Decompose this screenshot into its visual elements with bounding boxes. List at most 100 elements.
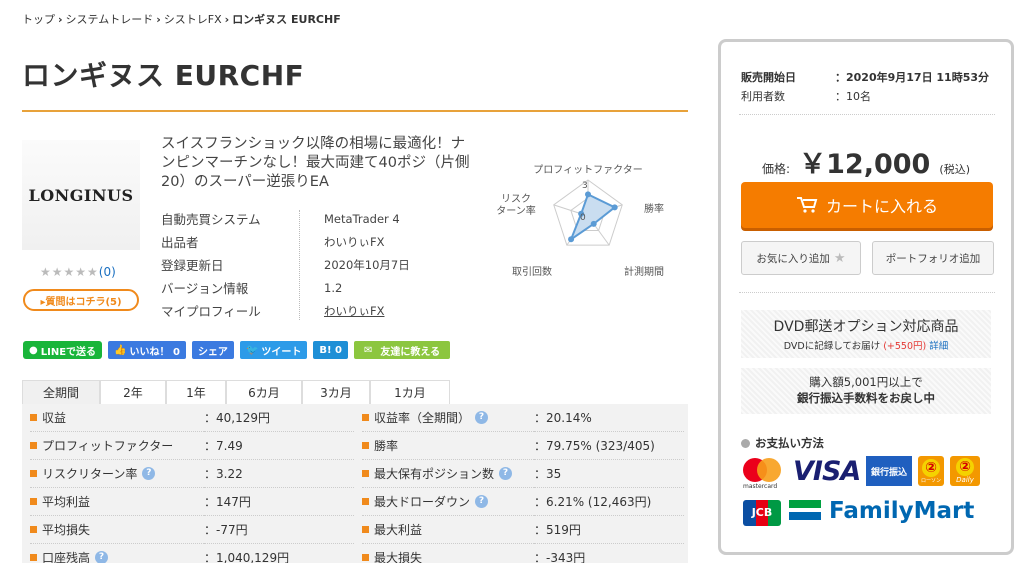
tab-1m[interactable]: 1カ月 <box>370 380 450 404</box>
payment-heading-label: お支払い方法 <box>755 436 824 450</box>
stat-label: 平均利益 <box>30 488 204 516</box>
dvd-option-banner: DVD郵送オプション対応商品 DVDに記録してお届け (+550円) 詳細 <box>741 310 991 358</box>
stat-label: 最大損失 <box>362 544 534 563</box>
jcb-text: JCB <box>751 506 773 519</box>
radar-axis-label: ターン率 <box>496 204 536 217</box>
facebook-like-button[interactable]: 👍 いいね！ 0 <box>108 341 186 359</box>
add-favorite-button[interactable]: お気に入り追加 ★ <box>741 241 861 275</box>
tab-1y[interactable]: 1年 <box>166 380 226 404</box>
radar-axis-label: 計測期間 <box>624 265 664 278</box>
help-icon[interactable]: ? <box>475 495 489 508</box>
breadcrumb-top[interactable]: トップ <box>22 13 55 26</box>
stats-table: 収益 ：40,129円 収益率（全期間）? ：20.14% プロフィットファクター ：7.… <box>22 404 688 563</box>
line-share-button[interactable]: ● LINEで送る <box>23 341 103 359</box>
radar-point <box>568 236 575 243</box>
bullet-square-icon <box>30 414 37 421</box>
sidebar-divider <box>739 292 995 293</box>
stats-row: 収益 ：40,129円 収益率（全期間）? ：20.14% <box>22 404 688 432</box>
user-count-label: 利用者数 <box>741 90 785 103</box>
stat-label: 最大ドローダウン? <box>362 488 534 516</box>
stat-value: ：3.22 <box>204 460 354 488</box>
stat-label-text: 最大利益 <box>374 523 423 537</box>
hatena-bookmark-button[interactable]: B! 0 <box>313 341 349 359</box>
period-tabs: 全期間 2年 1年 6カ月 3カ月 1カ月 <box>22 380 450 404</box>
stat-value: ：147円 <box>204 488 354 516</box>
radar-point <box>611 204 618 211</box>
help-icon[interactable]: ? <box>499 467 513 480</box>
stat-value: ：35 <box>534 460 684 488</box>
breadcrumb-systrefx[interactable]: シストレFX <box>164 13 222 26</box>
info-row: 自動売買システム MetaTrader 4 <box>161 207 400 230</box>
stat-label-text: プロフィットファクター <box>42 439 174 453</box>
radar-point <box>590 220 597 227</box>
bullet-square-icon <box>362 554 369 561</box>
add-to-cart-button[interactable]: カートに入れる <box>741 182 993 228</box>
stat-value: ：519円 <box>534 516 684 544</box>
daily-glyph-icon: ② <box>956 458 974 476</box>
bank-line-1: 購入額5,001円以上で <box>809 375 923 389</box>
bullet-square-icon <box>30 470 37 477</box>
twitter-bird-icon: 🐦 <box>245 344 259 356</box>
stat-label-text: リスクリターン率 <box>42 467 138 481</box>
stats-row: 平均利益 ：147円 最大ドローダウン? ：6.21% (12,463円) <box>22 488 688 516</box>
radar-axis-label: リスク <box>501 193 531 205</box>
star-icon: ★ <box>833 250 846 266</box>
mastercard-logo: mastercard <box>741 456 787 490</box>
tweet-button[interactable]: 🐦 ツイート <box>239 341 308 359</box>
rating-count[interactable]: (0) <box>99 265 116 279</box>
lawson-logo: ② ローソン <box>918 456 944 486</box>
user-count-value: ：10名 <box>835 90 871 103</box>
stat-label: リスクリターン率? <box>30 460 204 488</box>
bullet-square-icon <box>362 470 369 477</box>
add-to-cart-label: カートに入れる <box>825 197 938 216</box>
product-description: スイスフランショック以降の相場に最適化！ナンピンマーチンなし！最大両建て40ポジ… <box>161 136 470 190</box>
bullet-square-icon <box>30 554 37 561</box>
stat-label-text: 口座残高 <box>42 551 91 563</box>
chevron-right-icon: › <box>156 13 161 26</box>
info-row: 出品者 わいりぃFX <box>161 230 385 253</box>
facebook-share-button[interactable]: シェア <box>191 341 234 359</box>
price-label: 価格: <box>761 162 791 176</box>
tab-6m[interactable]: 6カ月 <box>226 380 302 404</box>
stat-label-text: 最大損失 <box>374 551 423 563</box>
purchase-sidebar: 販売開始日 ：2020年9月17日 11時53分 利用者数 ：10名 価格: ￥12… <box>718 39 1014 555</box>
breadcrumb-current: ロンギヌス EURCHF <box>232 13 341 26</box>
tab-all-period[interactable]: 全期間 <box>22 380 100 404</box>
info-row: バージョン情報 1.2 <box>161 276 342 299</box>
bank-transfer-banner: 購入額5,001円以上で 銀行振込手数料をお戻し中 <box>741 368 991 414</box>
lawson-glyph-icon: ② <box>922 458 940 477</box>
radar-chart: プロフィットファクター勝率計測期間 取引回数 リスクターン率 3 0 <box>496 164 664 278</box>
stat-label-text: 勝率 <box>374 439 399 453</box>
stat-label-text: 平均利益 <box>42 495 91 509</box>
thumbs-up-icon: 👍 <box>114 344 127 356</box>
breadcrumb-systrade[interactable]: システムトレード <box>66 13 154 26</box>
tweet-label: ツイート <box>261 346 302 358</box>
stat-label: 勝率 <box>362 432 534 460</box>
help-icon[interactable]: ? <box>475 411 489 424</box>
info-label: バージョン情報 <box>161 281 249 296</box>
tell-friend-button[interactable]: ✉ 友達に教える <box>354 341 451 359</box>
dvd-title: DVD郵送オプション対応商品 <box>773 319 959 335</box>
help-icon[interactable]: ? <box>142 467 156 480</box>
qa-button[interactable]: ▸質問はコチラ(5) <box>23 289 139 311</box>
star-rating-icon: ★★★★★ <box>40 265 99 279</box>
bullet-square-icon <box>30 442 37 449</box>
dvd-detail-link[interactable]: 詳細 <box>929 341 948 352</box>
radar-area <box>568 193 617 242</box>
info-label: 出品者 <box>161 235 199 250</box>
add-portfolio-button[interactable]: ポートフォリオ追加 <box>872 241 994 275</box>
dvd-note: DVDに記録してお届け <box>783 341 881 352</box>
rating[interactable]: ★★★★★(0) <box>40 265 116 279</box>
help-icon[interactable]: ? <box>95 551 109 563</box>
radar-point <box>585 191 591 198</box>
info-row: マイプロフィール わいりぃFX <box>161 299 385 322</box>
radar-axis-label: プロフィットファクター <box>533 164 642 176</box>
seller-profile-link[interactable]: わいりぃFX <box>324 303 385 319</box>
info-row: 登録更新日 2020年10月7日 <box>161 253 410 276</box>
line-label: LINEで送る <box>40 346 97 358</box>
tab-3m[interactable]: 3カ月 <box>302 380 370 404</box>
info-label: 自動売買システム <box>161 212 261 227</box>
product-logo[interactable]: LONGINUS <box>22 140 140 250</box>
info-value: MetaTrader 4 <box>324 211 400 226</box>
tab-2y[interactable]: 2年 <box>100 380 166 404</box>
